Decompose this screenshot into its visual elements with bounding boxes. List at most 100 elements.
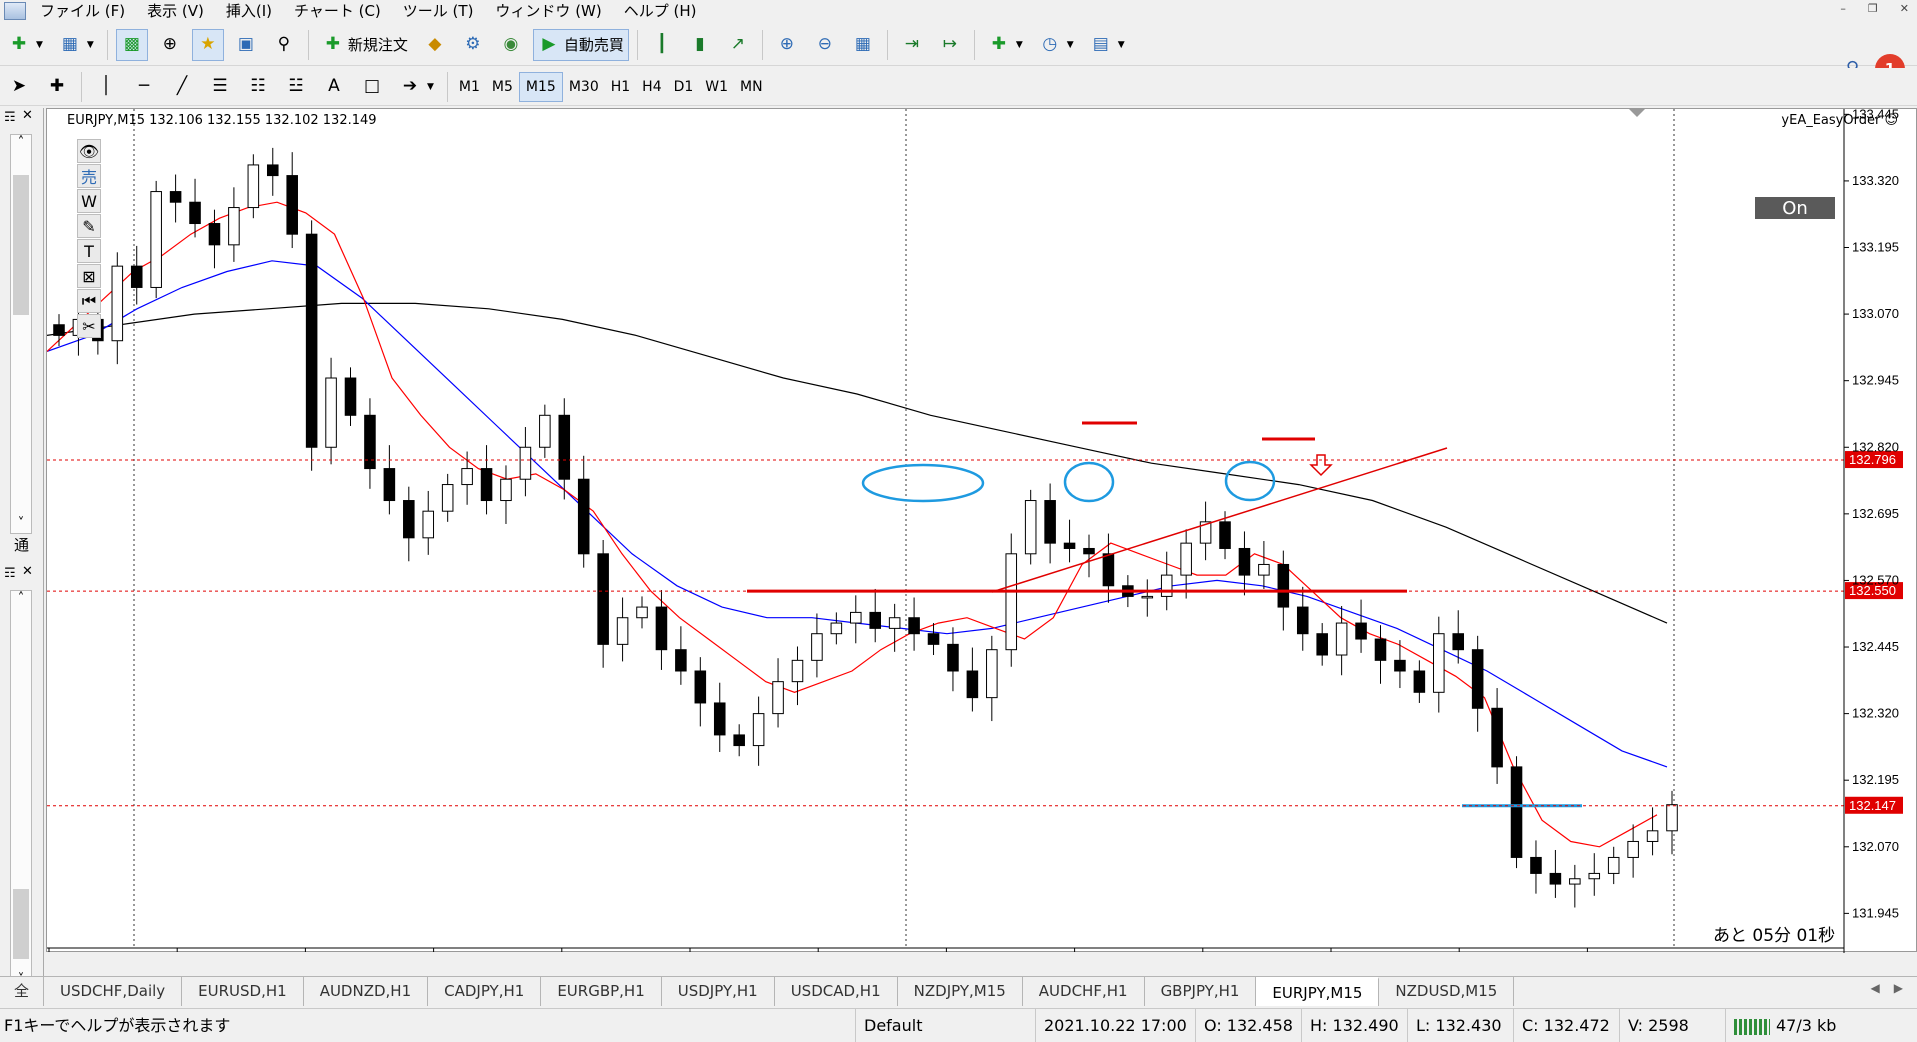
new-chart-button[interactable]: ✚ ▼	[3, 29, 48, 61]
line-chart-button[interactable]: ↗	[722, 29, 754, 61]
ea-on-button[interactable]: On	[1755, 197, 1835, 219]
chart-window[interactable]: 132.796 132.550 132.147 133.445 133.320 133.…	[46, 108, 1917, 953]
chart-shift-marker	[1629, 109, 1645, 117]
community-button[interactable]: ⚙	[457, 29, 489, 61]
fibo-fan-button[interactable]: ☳	[280, 71, 312, 103]
data-window-button[interactable]: ⊕	[154, 29, 186, 61]
indicators-button[interactable]: ✚ ▼	[983, 29, 1028, 61]
vertical-line-button[interactable]: │	[90, 71, 122, 103]
pencil-icon[interactable]: ✎	[77, 214, 101, 238]
menu-window[interactable]: ウィンドウ (W)	[487, 0, 615, 22]
timeframe-m15[interactable]: M15	[518, 71, 563, 102]
candlestick-button[interactable]: ▮	[684, 29, 716, 61]
crosshair-button[interactable]: ✚	[41, 71, 73, 103]
price-chart[interactable]: 132.796132.550132.147 133.445133.320133.…	[47, 109, 1917, 953]
candle-body	[111, 265, 124, 342]
connection-bars-icon	[1734, 1018, 1770, 1035]
scroll-thumb[interactable]	[13, 175, 29, 315]
tab-nzdusd-m15[interactable]: NZDUSD,M15	[1379, 977, 1515, 1006]
tab-scroll-left-icon[interactable]: ◀	[1871, 981, 1880, 995]
menu-view[interactable]: 表示 (V)	[139, 0, 218, 22]
arrows-button[interactable]: ➔ ▼	[394, 71, 439, 103]
blue-ellipse-marker	[1063, 461, 1115, 503]
timeframe-m30[interactable]: M30	[563, 72, 605, 102]
tester-button[interactable]: ⚲	[268, 29, 300, 61]
scroll-thumb-2[interactable]	[13, 889, 29, 959]
candle-body	[1588, 872, 1601, 880]
menu-insert[interactable]: 挿入(I)	[218, 0, 286, 22]
periods-button[interactable]: ◷ ▼	[1034, 29, 1079, 61]
tab-eurjpy-m15[interactable]: EURJPY,M15	[1256, 977, 1380, 1006]
tab-audchf-h1[interactable]: AUDCHF,H1	[1023, 977, 1145, 1006]
chart-shift-button[interactable]: ⇥	[896, 29, 928, 61]
tile-windows-button[interactable]: ▦	[847, 29, 879, 61]
horizontal-line-button[interactable]: ─	[128, 71, 160, 103]
tab-eurusd-h1[interactable]: EURUSD,H1	[182, 977, 304, 1006]
text-label-button[interactable]: □	[356, 71, 388, 103]
trendline-button[interactable]: ╱	[166, 71, 198, 103]
zoom-in-icon: ⊕	[779, 34, 794, 54]
tab-gbpjpy-h1[interactable]: GBPJPY,H1	[1145, 977, 1257, 1006]
eye-icon[interactable]: 👁	[77, 139, 101, 163]
bar-chart-button[interactable]: ┃	[646, 29, 678, 61]
templates-button[interactable]: ▤ ▼	[1085, 29, 1130, 61]
timeframe-w1[interactable]: W1	[699, 72, 734, 102]
status-connection: 47/3 kb	[1725, 1009, 1917, 1042]
panel-close-icon-1[interactable]: ✕	[22, 108, 33, 123]
timeframe-h4[interactable]: H4	[636, 72, 667, 102]
autoscroll-button[interactable]: ↦	[934, 29, 966, 61]
scroll-down-icon[interactable]: ˅	[11, 516, 31, 531]
restore-icon[interactable]: ❐	[1868, 2, 1878, 15]
navigator-scrollbar[interactable]: ˄ ˅	[10, 590, 32, 990]
menu-file[interactable]: ファイル (F)	[32, 0, 139, 22]
tab-audnzd-h1[interactable]: AUDNZD,H1	[304, 977, 429, 1006]
minimize-icon[interactable]: –	[1840, 2, 1846, 15]
scroll-up-icon-2[interactable]: ˄	[11, 591, 31, 606]
panel-header-1: ☶	[4, 110, 16, 125]
scissors-icon[interactable]: ✂	[77, 314, 101, 338]
timeframe-mn[interactable]: MN	[734, 72, 769, 102]
timeframe-h1[interactable]: H1	[605, 72, 636, 102]
menu-tools[interactable]: ツール (T)	[395, 0, 488, 22]
text-button[interactable]: A	[318, 71, 350, 103]
timeframe-m1[interactable]: M1	[453, 72, 486, 102]
terminal-button[interactable]: ▣	[230, 29, 262, 61]
menu-help[interactable]: ヘルプ (H)	[616, 0, 711, 22]
panel-close-icon-2[interactable]: ✕	[22, 564, 33, 579]
new-order-button[interactable]: ✚ 新規注文	[317, 29, 413, 61]
w-tool-button[interactable]: W	[77, 189, 101, 213]
fibonacci-button[interactable]: ☷	[242, 71, 274, 103]
rewind-icon[interactable]: ⏮	[77, 289, 101, 313]
menu-chart[interactable]: チャート (C)	[286, 0, 395, 22]
cursor-button[interactable]: ➤	[3, 71, 35, 103]
market-watch-button[interactable]: ▩	[115, 28, 148, 61]
tab-usdchf-daily[interactable]: USDCHF,Daily	[44, 977, 183, 1006]
candle-body	[1569, 878, 1581, 885]
tab-usdjpy-h1[interactable]: USDJPY,H1	[662, 977, 775, 1006]
metaeditor-button[interactable]: ◆	[419, 29, 451, 61]
timeframe-m5[interactable]: M5	[486, 72, 519, 102]
timeframe-d1[interactable]: D1	[668, 72, 700, 102]
scroll-up-icon[interactable]: ˄	[11, 135, 31, 150]
left-panel-tab-common[interactable]: 通	[14, 534, 29, 555]
zoom-out-button[interactable]: ⊖	[809, 29, 841, 61]
text-tool-button[interactable]: T	[77, 239, 101, 263]
candle-body	[908, 617, 920, 635]
equidistant-channel-button[interactable]: ☰	[204, 71, 236, 103]
tab-scroll-right-icon[interactable]: ▶	[1894, 981, 1903, 995]
zoom-in-button[interactable]: ⊕	[771, 29, 803, 61]
auto-trading-button[interactable]: ▶ 自動売買	[532, 28, 629, 61]
sell-tool-button[interactable]: 売	[77, 164, 101, 188]
tab-usdcad-h1[interactable]: USDCAD,H1	[775, 977, 898, 1006]
navigator-button[interactable]: ★	[191, 28, 224, 61]
tab-nzdjpy-m15[interactable]: NZDJPY,M15	[898, 977, 1023, 1006]
tab-eurgbp-h1[interactable]: EURGBP,H1	[541, 977, 662, 1006]
profiles-button[interactable]: ▦ ▼	[54, 29, 99, 61]
market-watch-scrollbar[interactable]: ˄ ˅	[10, 134, 32, 534]
candle-body	[1219, 521, 1231, 549]
tab-cadjpy-h1[interactable]: CADJPY,H1	[428, 977, 542, 1006]
left-panel-tab-all[interactable]: 全	[0, 977, 44, 1006]
close-icon[interactable]: ✕	[1900, 2, 1909, 15]
signals-button[interactable]: ◉	[495, 29, 527, 61]
box-cross-icon[interactable]: ⊠	[77, 264, 101, 288]
